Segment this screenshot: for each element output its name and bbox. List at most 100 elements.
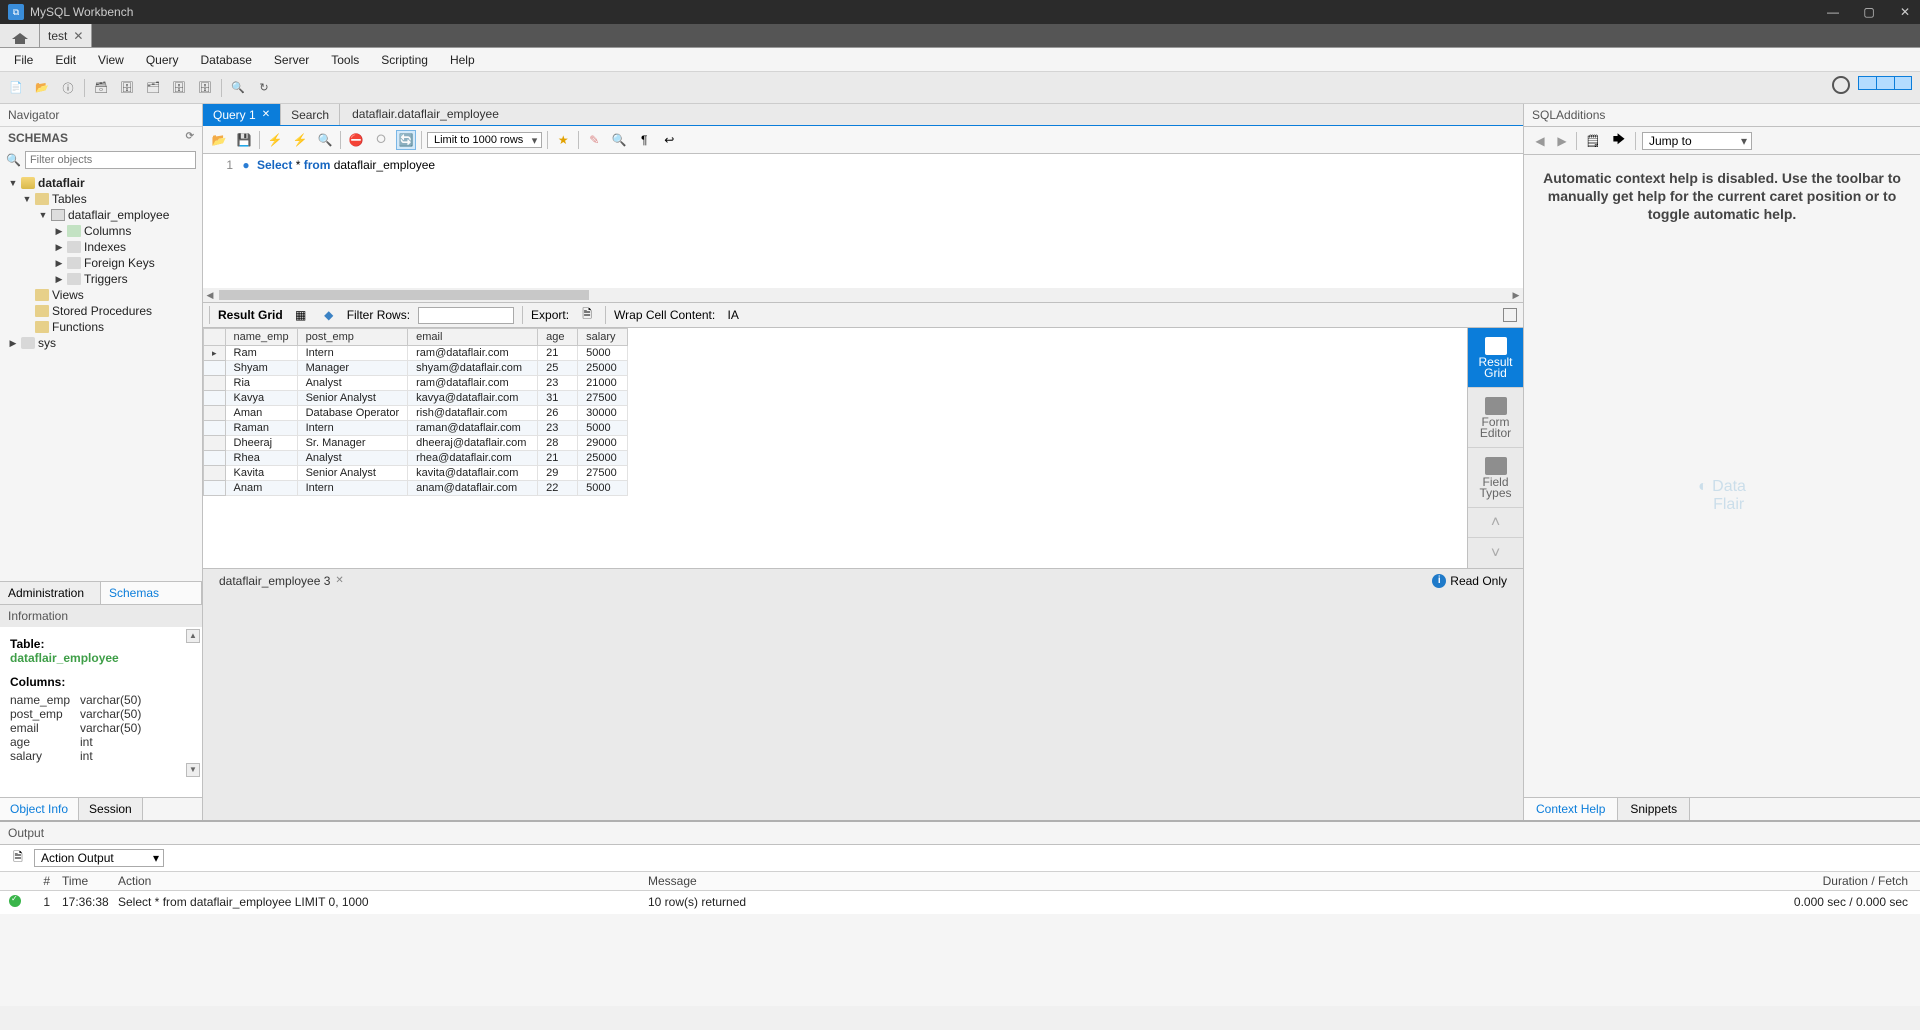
wrap-icon[interactable]: ↩ <box>659 130 679 150</box>
close-button[interactable]: ✕ <box>1898 5 1912 19</box>
nav-back-icon[interactable]: ◀ <box>1532 134 1548 148</box>
data-grid[interactable]: name_emppost_empemailagesalaryRamInternr… <box>203 328 1467 568</box>
find-icon[interactable]: 🔍 <box>609 130 629 150</box>
tree-views[interactable]: Views <box>2 287 200 303</box>
create-fn-icon[interactable]: 🗄 <box>195 78 215 98</box>
result-down-icon[interactable]: ˅ <box>1468 538 1523 568</box>
close-icon[interactable]: ✕ <box>335 575 343 586</box>
execute-icon[interactable]: ⚡ <box>265 130 285 150</box>
grid-icon[interactable]: ▦ <box>291 305 311 325</box>
close-icon[interactable]: ✕ <box>262 109 270 120</box>
table-row[interactable]: KavitaSenior Analystkavita@dataflair.com… <box>204 466 628 481</box>
result-up-icon[interactable]: ˄ <box>1468 508 1523 538</box>
tree-db-dataflair[interactable]: ▼dataflair <box>2 175 200 191</box>
sql-editor[interactable]: 1 ● Select * from dataflair_employee ◀▶ <box>203 154 1523 302</box>
toggle-left-panel[interactable] <box>1858 76 1876 90</box>
wrap-cell-icon[interactable]: IA <box>723 305 743 325</box>
menu-file[interactable]: File <box>14 53 33 67</box>
brush-icon[interactable]: ✎ <box>584 130 604 150</box>
help-mode-icon[interactable]: 🗒 <box>1583 131 1603 151</box>
tree-db-sys[interactable]: ▶sys <box>2 335 200 351</box>
output-row[interactable]: 1 17:36:38 Select * from dataflair_emplo… <box>0 891 1920 914</box>
query-tab-1[interactable]: Query 1✕ <box>203 104 281 125</box>
tree-indexes[interactable]: ▶Indexes <box>2 239 200 255</box>
nav-forward-icon[interactable]: ▶ <box>1554 134 1570 148</box>
create-sp-icon[interactable]: 🗄 <box>169 78 189 98</box>
tab-snippets[interactable]: Snippets <box>1618 798 1690 820</box>
stop-icon[interactable]: ⛔ <box>346 130 366 150</box>
menu-scripting[interactable]: Scripting <box>381 53 428 67</box>
limit-select[interactable]: Limit to 1000 rows <box>427 132 542 148</box>
table-row[interactable]: RamanInternraman@dataflair.com235000 <box>204 421 628 436</box>
invisible-icon[interactable]: ¶ <box>634 130 654 150</box>
query-tab-search[interactable]: Search <box>281 104 340 125</box>
table-row[interactable]: AnamInternanam@dataflair.com225000 <box>204 481 628 496</box>
field-types-button[interactable]: Field Types <box>1468 448 1523 508</box>
toggle-right-panel[interactable] <box>1894 76 1912 90</box>
tree-triggers[interactable]: ▶Triggers <box>2 271 200 287</box>
inspector-icon[interactable]: ⓘ <box>58 78 78 98</box>
tab-object-info[interactable]: Object Info <box>0 798 79 820</box>
search-table-icon[interactable]: 🔍 <box>228 78 248 98</box>
filter-input[interactable] <box>25 151 196 169</box>
create-table-icon[interactable]: 🗄 <box>117 78 137 98</box>
gear-icon[interactable] <box>1832 76 1850 94</box>
minimize-button[interactable]: — <box>1826 5 1840 19</box>
filter-rows-input[interactable] <box>418 307 514 324</box>
table-row[interactable]: RiaAnalystram@dataflair.com2321000 <box>204 376 628 391</box>
home-tab[interactable] <box>0 24 40 47</box>
tab-session[interactable]: Session <box>79 798 143 820</box>
output-type-icon[interactable]: 🗎 <box>8 848 28 868</box>
table-row[interactable]: AmanDatabase Operatorrish@dataflair.com2… <box>204 406 628 421</box>
schema-tree[interactable]: ▼dataflair ▼Tables ▼dataflair_employee ▶… <box>0 171 202 581</box>
export-icon[interactable]: 🗎 <box>577 305 597 325</box>
result-tab[interactable]: dataflair_employee 3✕ <box>219 574 344 588</box>
menu-help[interactable]: Help <box>450 53 475 67</box>
menu-database[interactable]: Database <box>201 53 252 67</box>
output-selector[interactable]: Action Output <box>34 849 164 867</box>
create-schema-icon[interactable]: 🗃 <box>91 78 111 98</box>
open-file-icon[interactable]: 📂 <box>209 130 229 150</box>
commit-icon[interactable]: ⭘ <box>371 130 391 150</box>
explain-icon[interactable]: 🔍 <box>315 130 335 150</box>
maximize-result-icon[interactable] <box>1503 308 1517 322</box>
beautify-icon[interactable]: ★ <box>553 130 573 150</box>
scroll-up-icon[interactable]: ▲ <box>186 629 200 643</box>
tree-stored-procedures[interactable]: Stored Procedures <box>2 303 200 319</box>
menu-view[interactable]: View <box>98 53 124 67</box>
auto-help-icon[interactable]: 🡆 <box>1609 131 1629 151</box>
connection-tab-test[interactable]: test ✕ <box>40 24 92 47</box>
jump-to-select[interactable]: Jump to <box>1642 132 1752 150</box>
open-sql-icon[interactable]: 📂 <box>32 78 52 98</box>
autocommit-icon[interactable]: 🔄 <box>396 130 416 150</box>
editor-hscrollbar[interactable]: ◀▶ <box>203 288 1523 302</box>
maximize-button[interactable]: ▢ <box>1862 5 1876 19</box>
result-grid-button[interactable]: Result Grid <box>1468 328 1523 388</box>
menu-tools[interactable]: Tools <box>331 53 359 67</box>
refresh-icon[interactable]: ⟳ <box>186 131 194 145</box>
table-row[interactable]: RheaAnalystrhea@dataflair.com2125000 <box>204 451 628 466</box>
table-row[interactable]: RamInternram@dataflair.com215000 <box>204 346 628 361</box>
tree-functions[interactable]: Functions <box>2 319 200 335</box>
form-editor-button[interactable]: Form Editor <box>1468 388 1523 448</box>
tree-foreign-keys[interactable]: ▶Foreign Keys <box>2 255 200 271</box>
menu-server[interactable]: Server <box>274 53 309 67</box>
tab-context-help[interactable]: Context Help <box>1524 798 1618 820</box>
close-icon[interactable]: ✕ <box>73 29 83 43</box>
table-row[interactable]: DheerajSr. Managerdheeraj@dataflair.com2… <box>204 436 628 451</box>
tree-table-dataflair-employee[interactable]: ▼dataflair_employee <box>2 207 200 223</box>
tree-tables[interactable]: ▼Tables <box>2 191 200 207</box>
filter-icon[interactable]: ◆ <box>319 305 339 325</box>
tree-columns[interactable]: ▶Columns <box>2 223 200 239</box>
reconnect-icon[interactable]: ↻ <box>254 78 274 98</box>
new-sql-tab-icon[interactable]: 📄 <box>6 78 26 98</box>
create-view-icon[interactable]: 🗂 <box>143 78 163 98</box>
table-row[interactable]: ShyamManagershyam@dataflair.com2525000 <box>204 361 628 376</box>
tab-schemas[interactable]: Schemas <box>101 582 202 604</box>
tab-administration[interactable]: Administration <box>0 582 101 604</box>
save-file-icon[interactable]: 💾 <box>234 130 254 150</box>
execute-current-icon[interactable]: ⚡ <box>290 130 310 150</box>
menu-query[interactable]: Query <box>146 53 179 67</box>
menu-edit[interactable]: Edit <box>55 53 76 67</box>
toggle-bottom-panel[interactable] <box>1876 76 1894 90</box>
